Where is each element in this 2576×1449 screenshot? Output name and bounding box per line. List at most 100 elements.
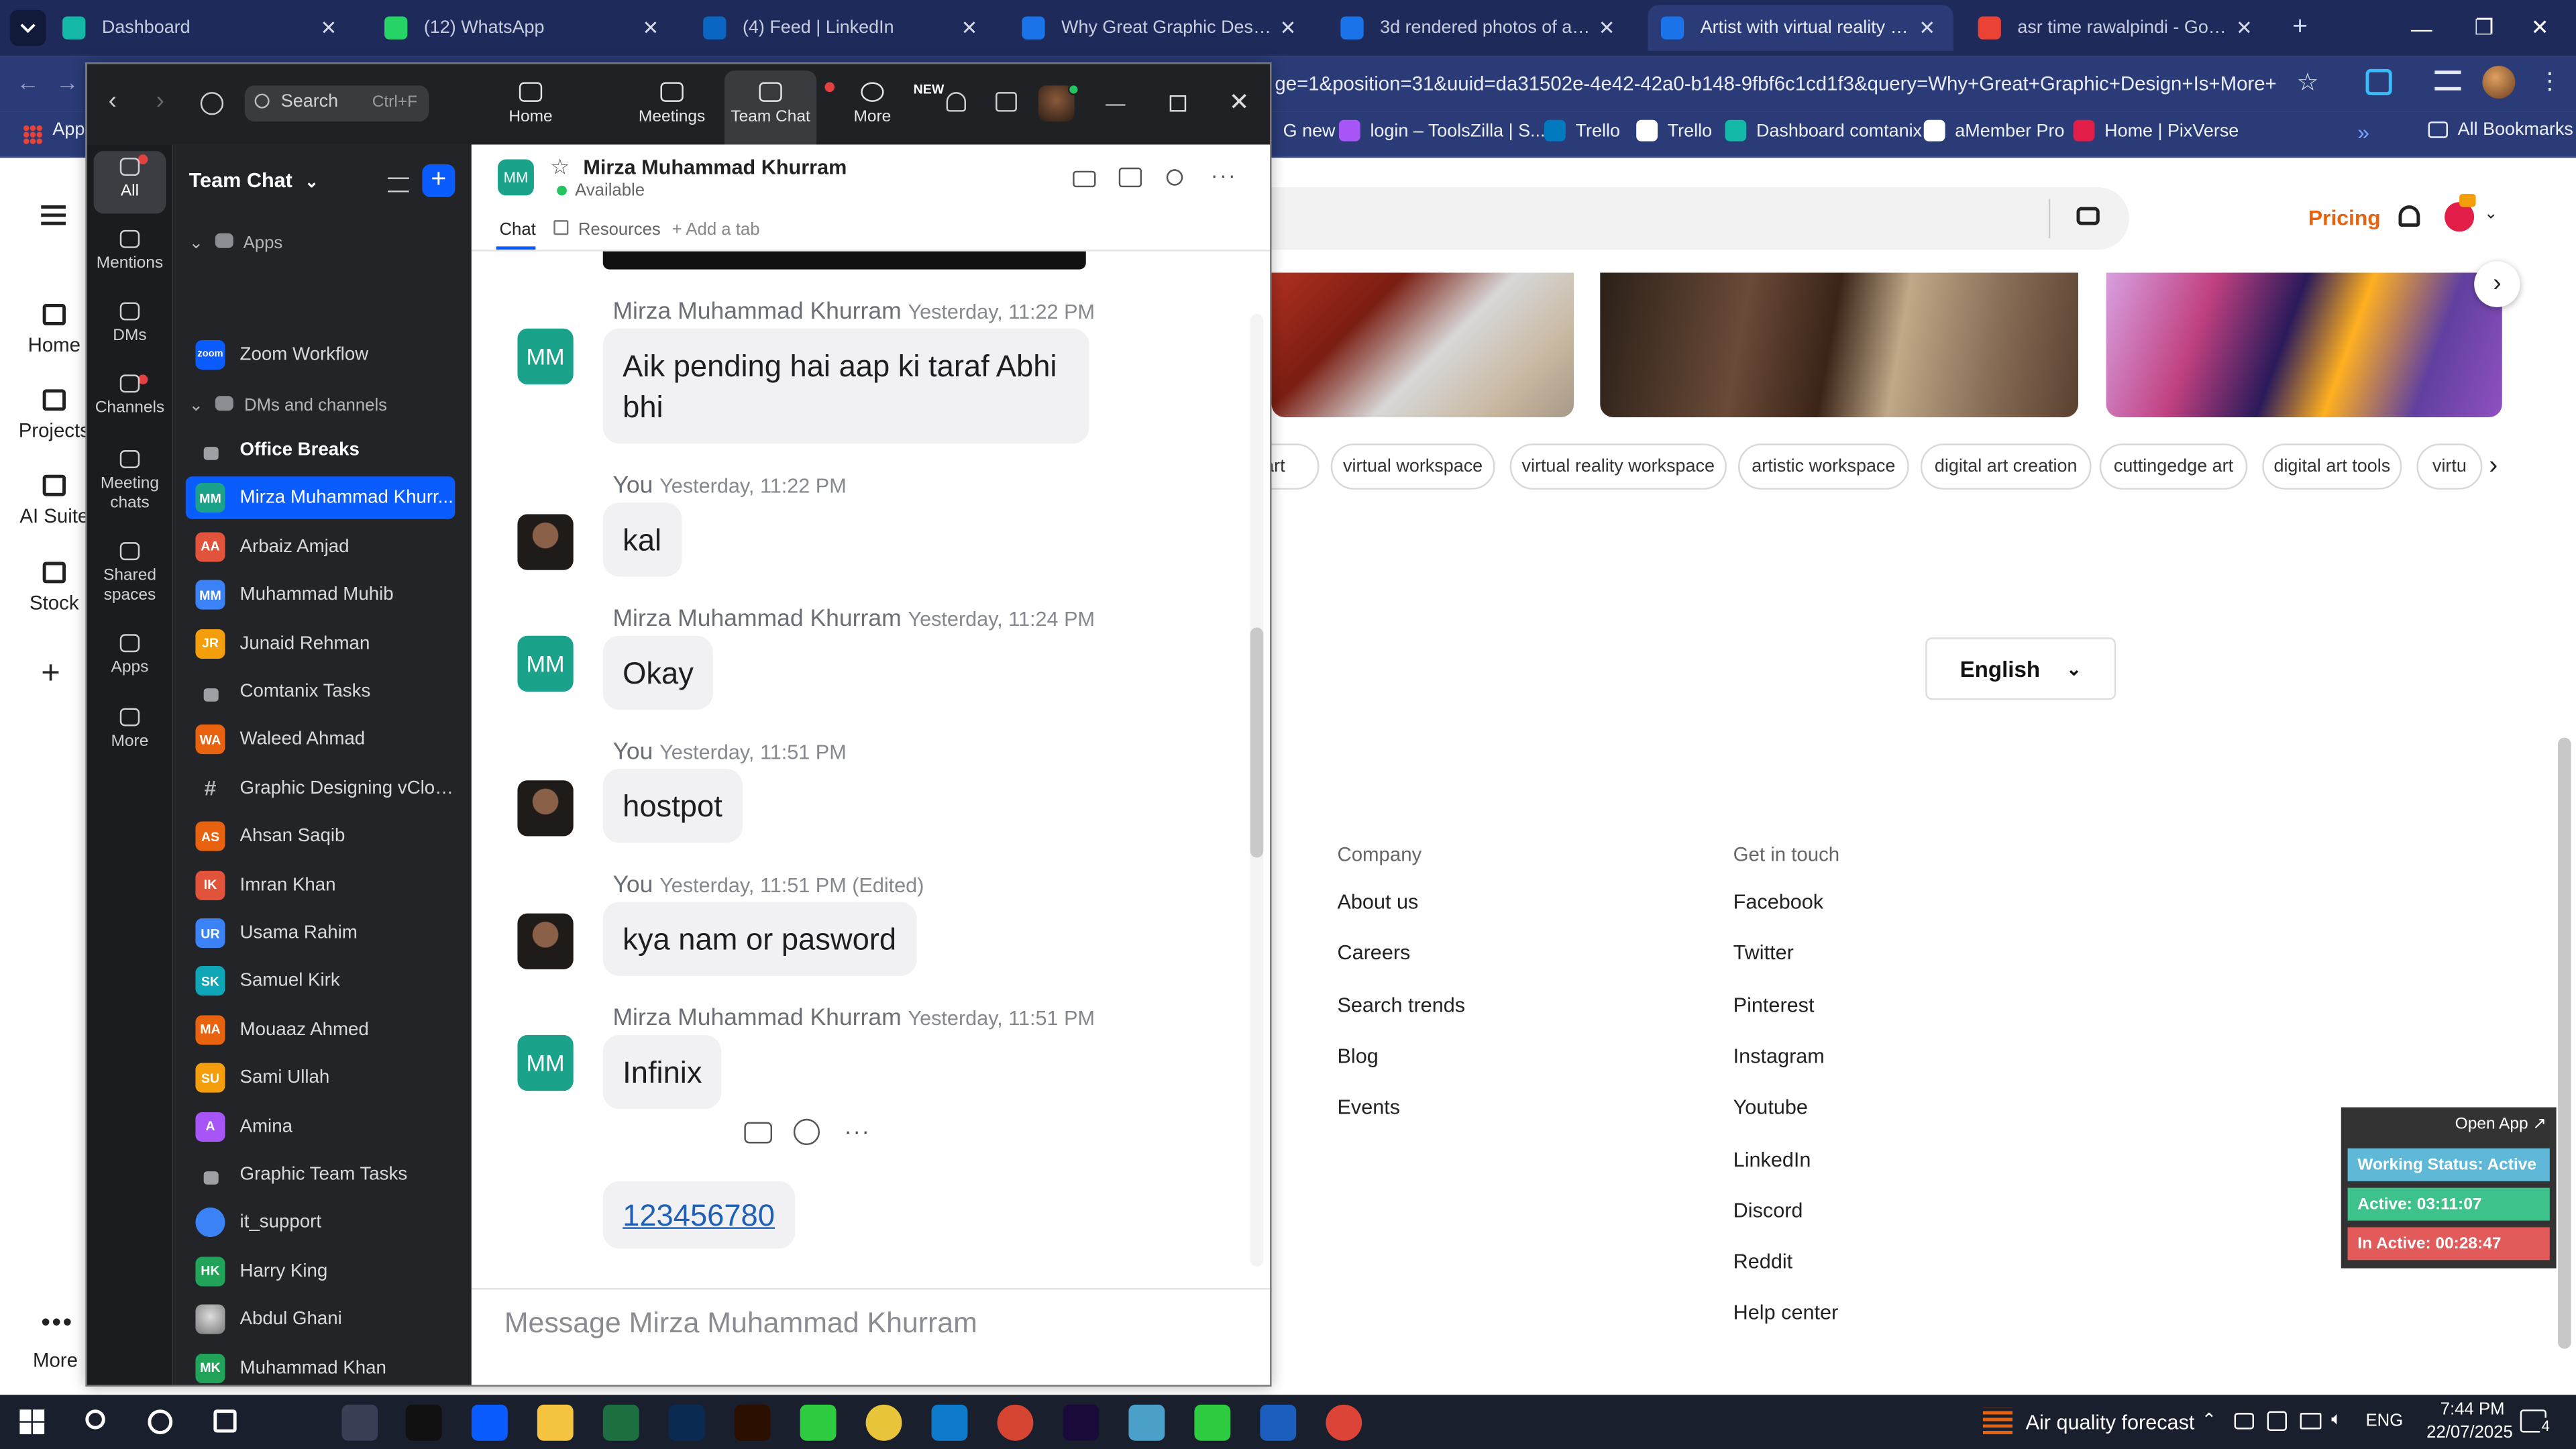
channel-item[interactable]: JR Junaid Rehman: [186, 622, 455, 665]
footer-link[interactable]: About us: [1337, 890, 1418, 913]
panel-title[interactable]: Team Chat ⌄: [189, 169, 319, 192]
phone-link[interactable]: 123456780: [623, 1197, 775, 1232]
add-icon[interactable]: +: [41, 655, 60, 693]
channel-item[interactable]: SK Samuel Kirk: [186, 960, 455, 1003]
footer-link[interactable]: Reddit: [1733, 1250, 1793, 1273]
rail-channels[interactable]: Channels: [87, 374, 172, 419]
brush-app-icon[interactable]: [341, 1404, 378, 1441]
terminal-icon[interactable]: [405, 1404, 442, 1441]
message-bubble[interactable]: kya nam or pasword: [602, 902, 916, 976]
footer-link[interactable]: LinkedIn: [1733, 1148, 1811, 1171]
extension-icon[interactable]: [2365, 68, 2392, 96]
footer-link[interactable]: Twitter: [1733, 942, 1794, 965]
channel-item[interactable]: MK Muhammad Khan: [186, 1346, 455, 1385]
footer-link[interactable]: Discord: [1733, 1199, 1803, 1222]
file-explorer-icon[interactable]: [537, 1404, 574, 1441]
search-chip[interactable]: virtu: [2416, 443, 2483, 490]
search-chip[interactable]: cuttingedge art: [2099, 443, 2248, 490]
footer-link[interactable]: Search trends: [1337, 994, 1465, 1016]
tab-add[interactable]: + Add a tab: [672, 220, 760, 239]
carousel-next-icon[interactable]: ›: [2474, 261, 2520, 307]
minimize-button[interactable]: —: [2385, 0, 2458, 56]
illustrator-icon[interactable]: [734, 1404, 771, 1441]
favorite-star-icon[interactable]: ☆: [550, 154, 570, 180]
sender-avatar[interactable]: MM: [517, 635, 574, 692]
search-icon[interactable]: [85, 1409, 105, 1430]
profile-avatar[interactable]: [2482, 65, 2516, 99]
channel-item[interactable]: MM Muhammad Muhib: [186, 574, 455, 616]
meet-now-icon[interactable]: [2234, 1413, 2254, 1430]
message-bubble[interactable]: kal: [602, 502, 682, 577]
image-attachment[interactable]: [602, 251, 1086, 270]
rail-more[interactable]: More: [87, 708, 172, 753]
channel-item[interactable]: MM Mirza Muhammad Khurr...: [185, 477, 455, 520]
apps-section-header[interactable]: ⌄ Apps: [189, 233, 282, 253]
my-avatar[interactable]: [517, 780, 574, 837]
message-more-icon[interactable]: ···: [845, 1119, 871, 1144]
channel-item[interactable]: Comtanix Tasks: [186, 670, 455, 713]
app-icon[interactable]: [1128, 1404, 1165, 1441]
close-tab-icon[interactable]: ✕: [2231, 16, 2257, 39]
footer-link[interactable]: Pinterest: [1733, 994, 1815, 1016]
app-item-zoom-workflow[interactable]: zoom Zoom Workflow: [186, 333, 455, 376]
channel-item[interactable]: UR Usama Rahim: [186, 912, 455, 955]
language-select[interactable]: English ⌄: [1925, 637, 2116, 700]
close-tab-icon[interactable]: ✕: [1914, 16, 1940, 39]
browser-tab[interactable]: Artist with virtual reality glasse✕: [1648, 5, 1953, 51]
notifications-bell-icon[interactable]: [946, 92, 966, 112]
message-bubble[interactable]: hostpot: [602, 769, 743, 843]
all-bookmarks-link[interactable]: All Bookmarks: [2428, 120, 2573, 140]
sender-avatar[interactable]: MM: [517, 328, 574, 385]
bookmarks-overflow-icon[interactable]: »: [2357, 120, 2369, 145]
chrome-icon[interactable]: [982, 1395, 1049, 1449]
bookmark-link[interactable]: Trello: [1636, 119, 1712, 142]
footer-link[interactable]: Blog: [1337, 1044, 1378, 1067]
clock-date[interactable]: 22/07/2025: [2426, 1423, 2513, 1442]
zoom-tab-home[interactable]: Home: [484, 77, 576, 140]
word-icon[interactable]: [1260, 1404, 1297, 1441]
photoshop-icon[interactable]: [668, 1404, 705, 1441]
bookmark-link[interactable]: Home | PixVerse: [2073, 119, 2239, 142]
app-icon[interactable]: [1194, 1404, 1231, 1441]
weather-label[interactable]: Air quality forecast: [2026, 1411, 2195, 1434]
network-icon[interactable]: [2300, 1413, 2322, 1430]
bookmark-link[interactable]: Trello: [1544, 119, 1620, 142]
browser-tab[interactable]: 3d rendered photos of artist m✕: [1328, 5, 1633, 51]
add-reaction-icon[interactable]: [793, 1118, 820, 1145]
channel-item[interactable]: MA Mouaaz Ahmed: [186, 1008, 455, 1051]
close-window-button[interactable]: ✕: [2504, 0, 2576, 56]
close-tab-icon[interactable]: ✕: [315, 16, 341, 39]
maximize-button[interactable]: [1169, 95, 1187, 112]
result-image-2[interactable]: [1600, 272, 2078, 418]
contact-avatar[interactable]: MM: [498, 159, 534, 196]
my-avatar[interactable]: [517, 913, 574, 969]
bookmark-star-icon[interactable]: ☆: [2297, 67, 2319, 97]
close-tab-icon[interactable]: ✕: [1275, 16, 1301, 39]
chips-next-icon[interactable]: ›: [2489, 451, 2498, 481]
browser-tab[interactable]: Dashboard ✕: [49, 5, 355, 51]
cortana-icon[interactable]: [148, 1409, 173, 1434]
app-icon[interactable]: [800, 1404, 837, 1441]
zoom-tab-meetings[interactable]: Meetings: [626, 77, 718, 140]
zoom-app-icon[interactable]: [456, 1395, 523, 1449]
bookmark-link[interactable]: Dashboard comtanix: [1725, 119, 1922, 142]
message-bubble[interactable]: Okay: [602, 635, 714, 710]
channel-item[interactable]: AA Arbaiz Amjad: [186, 525, 455, 568]
new-tab-button[interactable]: +: [2284, 13, 2316, 43]
filter-icon[interactable]: [387, 177, 409, 193]
result-image-3[interactable]: [2106, 272, 2502, 418]
excel-icon[interactable]: [602, 1404, 639, 1441]
close-window-button[interactable]: ✕: [1229, 87, 1250, 117]
browser-tab[interactable]: Why Great Graphic Design Is M✕: [1009, 5, 1315, 51]
tab-chat[interactable]: Chat: [499, 220, 535, 239]
video-call-icon[interactable]: [1073, 170, 1096, 188]
volume-icon[interactable]: 🔈︎: [2331, 1409, 2342, 1431]
chrome-icon[interactable]: [1326, 1404, 1362, 1441]
whiteboard-icon[interactable]: [996, 92, 1017, 112]
minimize-button[interactable]: —: [1106, 92, 1125, 115]
browser-tab[interactable]: (12) WhatsApp ✕: [371, 5, 677, 51]
browser-tab[interactable]: asr time rawalpindi - Google Se✕: [1965, 5, 2271, 51]
zoom-search-input[interactable]: Search Ctrl+F: [244, 85, 429, 122]
chat-scrollbar-thumb[interactable]: [1250, 627, 1264, 858]
screen-tool-icon[interactable]: [2267, 1411, 2287, 1432]
